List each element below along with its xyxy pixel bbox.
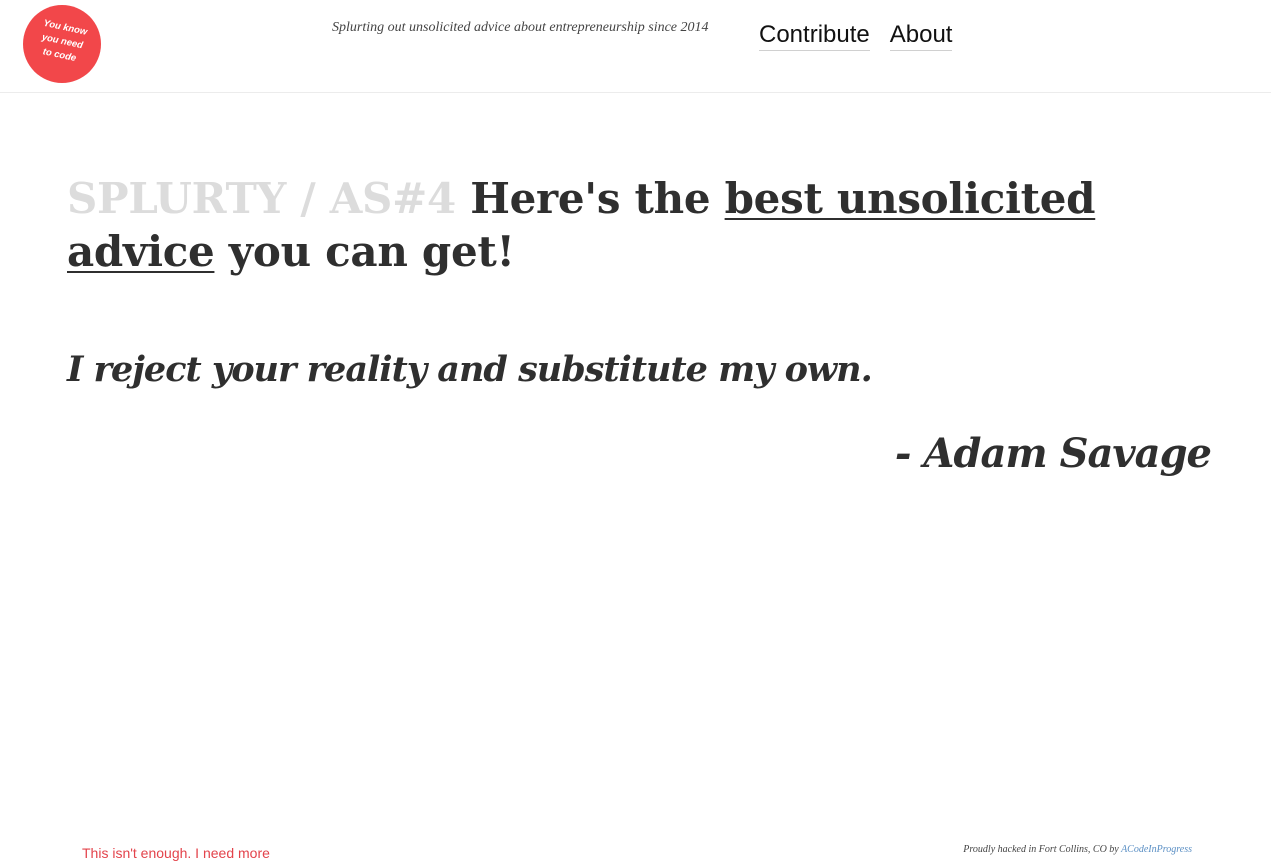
title-text-before-link: Here's the	[470, 174, 711, 223]
site-header: You know you need to code Splurting out …	[0, 0, 1271, 93]
page-title: SPLURTY / AS#4 Here's the best unsolicit…	[67, 172, 1227, 278]
nav-contribute-link[interactable]: Contribute	[759, 20, 870, 51]
nav-about-link[interactable]: About	[889, 20, 953, 51]
credit-text: Proudly hacked in Fort Collins, CO by	[963, 844, 1119, 855]
site-tagline: Splurting out unsolicited advice about e…	[332, 20, 709, 35]
credit-author-link[interactable]: ACodeInProgress	[1121, 844, 1192, 855]
title-text-after-link: you can get!	[228, 227, 515, 276]
logo-text: You know you need to code	[36, 17, 88, 67]
main-nav: Contribute About	[759, 20, 953, 51]
title-prefix: SPLURTY / AS#4	[67, 174, 456, 223]
footer-credit: Proudly hacked in Fort Collins, CO by AC…	[963, 843, 1192, 857]
logo-badge[interactable]: You know you need to code	[23, 5, 101, 83]
more-advice-link[interactable]: This isn't enough. I need more	[82, 844, 270, 862]
quote-author: - Adam Savage	[894, 430, 1212, 477]
advice-quote: I reject your reality and substitute my …	[67, 349, 873, 390]
